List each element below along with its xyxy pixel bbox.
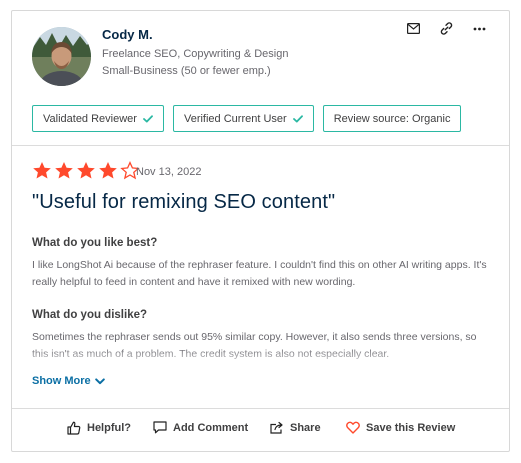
badge-label: Review source: Organic bbox=[333, 112, 451, 125]
heart-icon bbox=[346, 421, 360, 434]
save-review-label: Save this Review bbox=[366, 421, 456, 434]
share-icon bbox=[270, 421, 283, 434]
question-dislike: What do you dislike? bbox=[32, 309, 148, 321]
question-like-best: What do you like best? bbox=[32, 237, 158, 249]
reviewer-role: Freelance SEO, Copywriting & Design bbox=[102, 48, 289, 60]
star-icon bbox=[99, 162, 117, 179]
reviewer-company-size: Small-Business (50 or fewer emp.) bbox=[102, 65, 271, 77]
link-icon[interactable] bbox=[437, 19, 456, 38]
review-date: Nov 13, 2022 bbox=[136, 166, 202, 178]
show-more-button[interactable]: Show More bbox=[32, 375, 105, 387]
chevron-down-icon bbox=[94, 377, 105, 384]
star-icon bbox=[33, 162, 51, 179]
avatar[interactable] bbox=[32, 27, 91, 86]
save-review-button[interactable]: Save this Review bbox=[346, 421, 455, 434]
add-comment-button[interactable]: Add Comment bbox=[153, 421, 248, 434]
mail-icon[interactable] bbox=[404, 19, 423, 38]
footer-divider bbox=[12, 408, 509, 409]
badge-verified-current-user[interactable]: Verified Current User bbox=[172, 105, 314, 132]
answer-like-best: I like LongShot Ai because of the rephra… bbox=[32, 259, 487, 288]
helpful-label: Helpful? bbox=[87, 422, 131, 434]
star-icon bbox=[77, 162, 95, 179]
badge-label: Verified Current User bbox=[183, 112, 287, 125]
review-actions: Helpful? Add Comment Share Save this Rev… bbox=[12, 421, 509, 441]
avatar-photo bbox=[32, 27, 91, 86]
reviewer-name[interactable]: Cody M. bbox=[102, 27, 153, 42]
share-button[interactable]: Share bbox=[270, 421, 321, 434]
badge-review-source[interactable]: Review source: Organic bbox=[322, 105, 462, 132]
badge-validated-reviewer[interactable]: Validated Reviewer bbox=[32, 105, 164, 132]
share-label: Share bbox=[290, 421, 321, 434]
show-more-label: Show More bbox=[32, 375, 91, 387]
check-icon bbox=[143, 114, 153, 122]
reviewer-badges: Validated Reviewer Verified Current User… bbox=[32, 105, 462, 132]
review-card: Cody M. Freelance SEO, Copywriting & Des… bbox=[11, 10, 510, 452]
header-actions bbox=[404, 19, 489, 38]
badge-label: Validated Reviewer bbox=[43, 112, 137, 125]
helpful-button[interactable]: Helpful? bbox=[67, 421, 131, 435]
review-title: "Useful for remixing SEO content" bbox=[32, 191, 336, 213]
check-icon bbox=[292, 114, 303, 122]
more-icon[interactable] bbox=[470, 19, 489, 38]
text-fade-overlay bbox=[32, 347, 492, 365]
thumbs-up-icon bbox=[67, 421, 81, 435]
comment-icon bbox=[153, 421, 167, 434]
star-icon bbox=[55, 162, 73, 179]
header-divider bbox=[12, 145, 509, 146]
add-comment-label: Add Comment bbox=[173, 421, 249, 434]
star-rating bbox=[32, 161, 140, 180]
